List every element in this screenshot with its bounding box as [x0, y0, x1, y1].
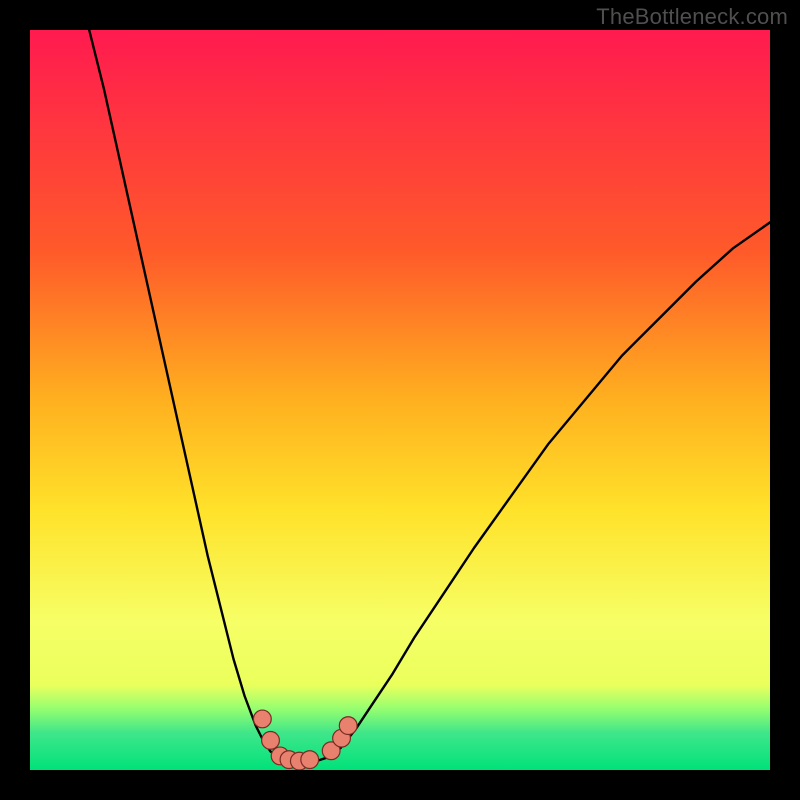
plot-area [30, 30, 770, 770]
chart-svg [30, 30, 770, 770]
watermark-text: TheBottleneck.com [596, 4, 788, 30]
chart-frame: TheBottleneck.com [0, 0, 800, 800]
